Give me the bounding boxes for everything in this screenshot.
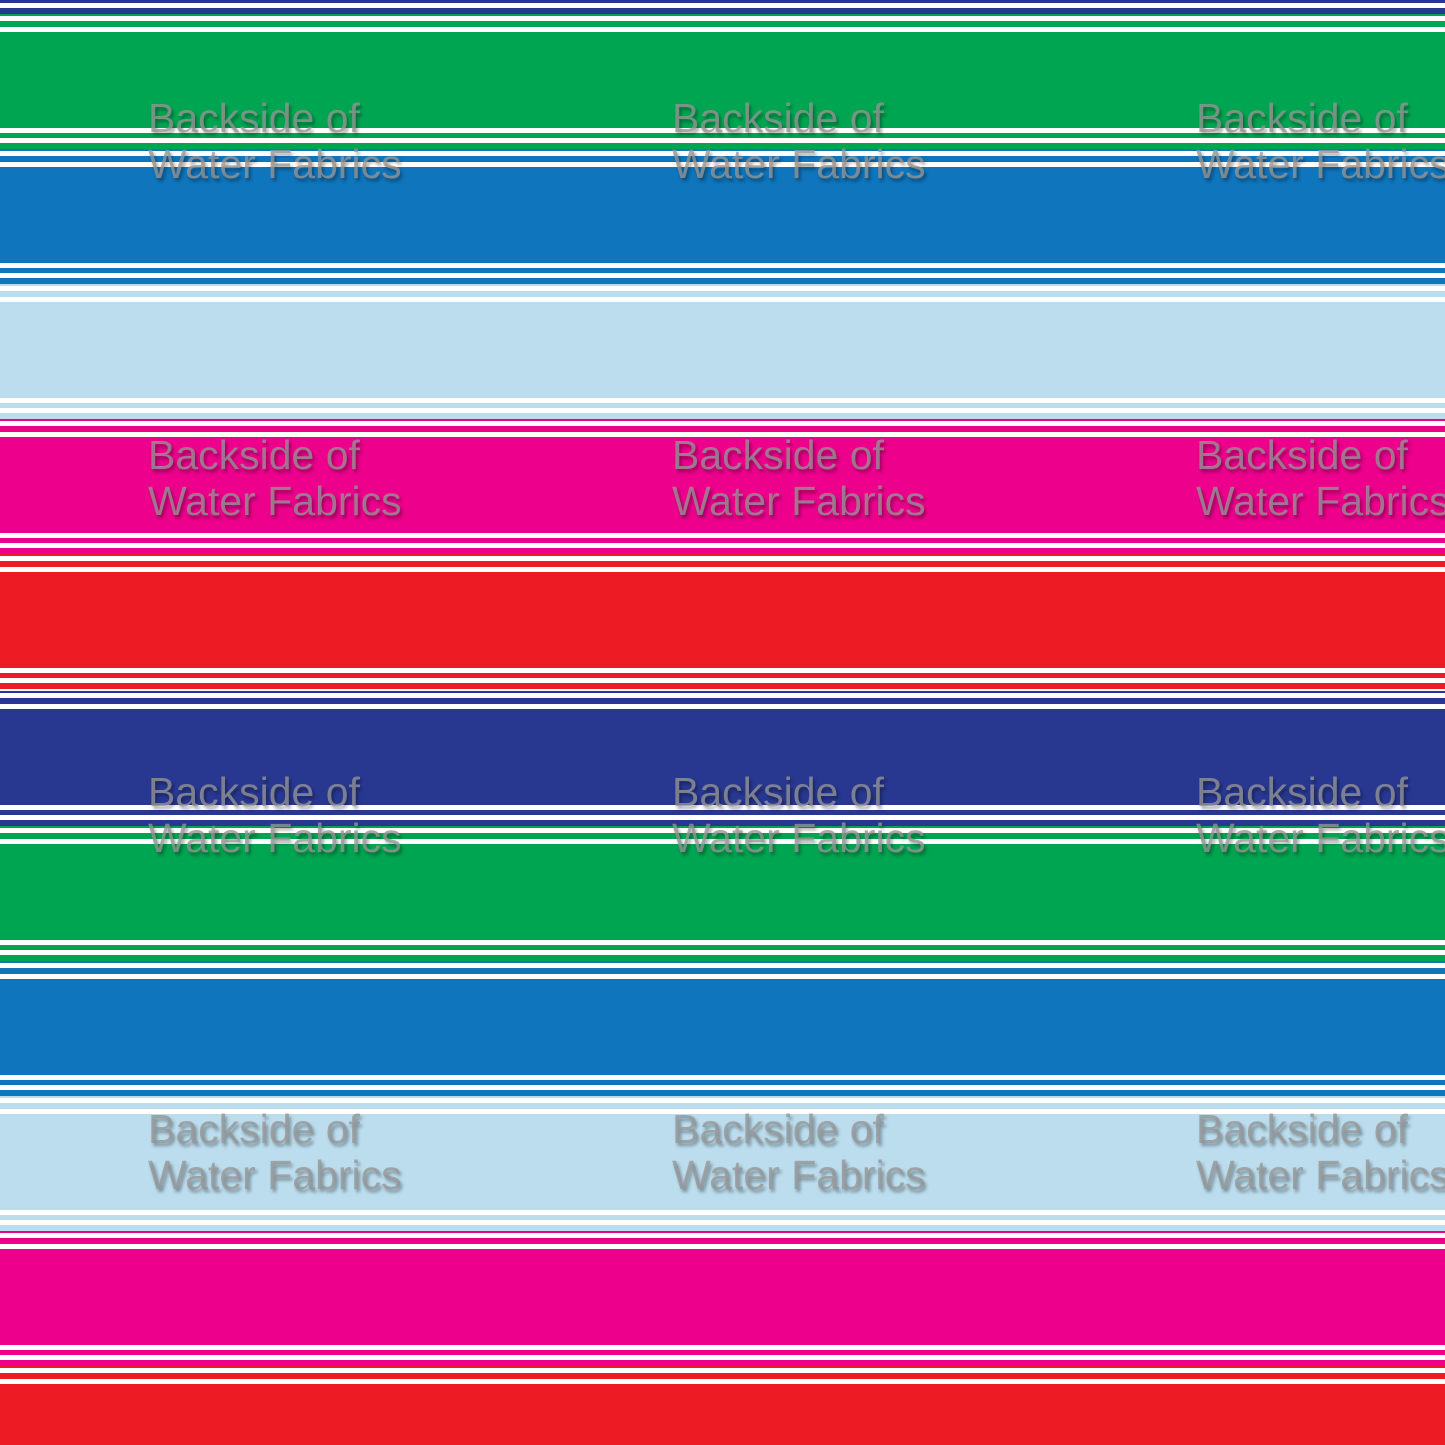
- stripe-band-red: [0, 1366, 1445, 1445]
- white-pinstripe: [0, 668, 1445, 673]
- white-pinstripe: [0, 828, 1445, 833]
- white-pinstripe: [0, 805, 1445, 810]
- white-pinstripe: [0, 556, 1445, 561]
- white-pinstripe: [0, 1109, 1445, 1114]
- white-pinstripe: [0, 815, 1445, 820]
- white-pinstripe: [0, 408, 1445, 413]
- white-pinstripe: [0, 128, 1445, 133]
- white-pinstripe: [0, 1244, 1445, 1249]
- white-pinstripe: [0, 138, 1445, 143]
- white-pinstripe: [0, 1098, 1445, 1103]
- white-pinstripe: [0, 533, 1445, 538]
- white-pinstripe: [0, 421, 1445, 426]
- white-pinstripe: [0, 27, 1445, 32]
- white-pinstripe: [0, 1355, 1445, 1360]
- white-pinstripe: [0, 678, 1445, 683]
- white-pinstripe: [0, 432, 1445, 437]
- white-pinstripe: [0, 950, 1445, 955]
- white-pinstripe: [0, 543, 1445, 548]
- white-pinstripe: [0, 273, 1445, 278]
- white-pinstripe: [0, 974, 1445, 979]
- white-pinstripe: [0, 3, 1445, 8]
- white-pinstripe: [0, 567, 1445, 572]
- white-pinstripe: [0, 1220, 1445, 1225]
- white-pinstripe: [0, 297, 1445, 302]
- white-pinstripe: [0, 151, 1445, 156]
- white-pinstripe: [0, 940, 1445, 945]
- white-pinstripe: [0, 398, 1445, 403]
- white-pinstripe: [0, 1210, 1445, 1215]
- white-pinstripe: [0, 693, 1445, 698]
- white-pinstripe: [0, 16, 1445, 21]
- white-pinstripe: [0, 286, 1445, 291]
- white-pinstripe: [0, 1075, 1445, 1080]
- striped-fabric-pattern: [0, 0, 1445, 1445]
- white-pinstripe: [0, 1368, 1445, 1373]
- white-pinstripe: [0, 1085, 1445, 1090]
- white-pinstripe: [0, 963, 1445, 968]
- white-pinstripe: [0, 1379, 1445, 1384]
- white-pinstripe: [0, 1345, 1445, 1350]
- white-pinstripe: [0, 839, 1445, 844]
- white-pinstripe: [0, 1233, 1445, 1238]
- white-pinstripe: [0, 263, 1445, 268]
- white-pinstripe: [0, 704, 1445, 709]
- white-pinstripe: [0, 162, 1445, 167]
